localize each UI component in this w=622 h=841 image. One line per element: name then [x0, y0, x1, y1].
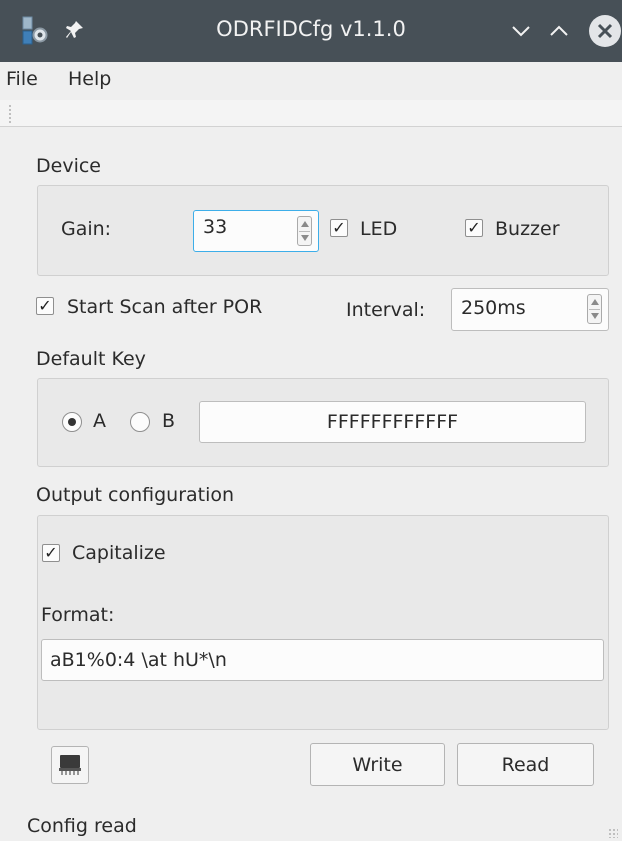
- chevron-up-icon[interactable]: [591, 299, 599, 305]
- gain-label: Gain:: [61, 218, 112, 240]
- chip-button[interactable]: [51, 746, 89, 784]
- capitalize-checkbox[interactable]: ✓: [42, 544, 60, 562]
- chip-icon: [59, 755, 81, 775]
- key-input[interactable]: FFFFFFFFFFFF: [199, 401, 586, 443]
- key-a-label: A: [93, 410, 106, 432]
- key-a-radio[interactable]: [62, 412, 82, 432]
- device-group-title: Device: [36, 155, 101, 177]
- start-scan-checkbox[interactable]: ✓: [36, 297, 54, 315]
- write-button[interactable]: Write: [310, 743, 445, 786]
- interval-label: Interval:: [346, 299, 426, 321]
- key-b-label: B: [162, 410, 176, 432]
- status-text: Config read: [27, 815, 137, 837]
- read-button[interactable]: Read: [457, 743, 594, 786]
- toolbar-grip[interactable]: [8, 104, 12, 123]
- output-group-title: Output configuration: [36, 484, 235, 506]
- format-label: Format:: [41, 604, 115, 626]
- menu-help[interactable]: Help: [68, 68, 111, 90]
- format-value: aB1%0:4 \at hU*\n: [50, 649, 227, 671]
- maximize-icon[interactable]: [546, 18, 572, 44]
- check-icon: ✓: [467, 218, 481, 237]
- size-grip[interactable]: [608, 828, 618, 838]
- chevron-down-icon[interactable]: [591, 313, 599, 319]
- start-scan-label: Start Scan after POR: [67, 296, 263, 318]
- key-value: FFFFFFFFFFFF: [326, 411, 459, 433]
- check-icon: ✓: [332, 218, 346, 237]
- chevron-up-icon[interactable]: [301, 221, 309, 227]
- interval-stepper[interactable]: [587, 294, 602, 324]
- capitalize-label: Capitalize: [72, 542, 166, 564]
- pin-icon[interactable]: [64, 18, 86, 42]
- key-b-radio[interactable]: [130, 412, 150, 432]
- led-label: LED: [360, 218, 398, 240]
- format-input[interactable]: aB1%0:4 \at hU*\n: [41, 639, 604, 681]
- app-icon: [22, 16, 48, 46]
- chevron-down-icon[interactable]: [301, 235, 309, 241]
- toolbar: [0, 100, 622, 127]
- write-label: Write: [352, 754, 403, 776]
- check-icon: ✓: [38, 296, 52, 315]
- default-key-group-title: Default Key: [36, 348, 146, 370]
- check-icon: ✓: [44, 543, 58, 562]
- gain-value: 33: [203, 216, 228, 238]
- close-icon[interactable]: [589, 15, 621, 47]
- read-label: Read: [501, 754, 550, 776]
- menu-file[interactable]: File: [6, 68, 38, 90]
- led-checkbox[interactable]: ✓: [330, 219, 348, 237]
- buzzer-label: Buzzer: [495, 218, 560, 240]
- buzzer-checkbox[interactable]: ✓: [465, 219, 483, 237]
- minimize-icon[interactable]: [508, 18, 534, 44]
- interval-value: 250ms: [461, 297, 526, 319]
- gain-spinbox[interactable]: 33: [193, 210, 319, 252]
- interval-spinbox[interactable]: 250ms: [451, 288, 609, 331]
- gain-stepper[interactable]: [297, 216, 312, 246]
